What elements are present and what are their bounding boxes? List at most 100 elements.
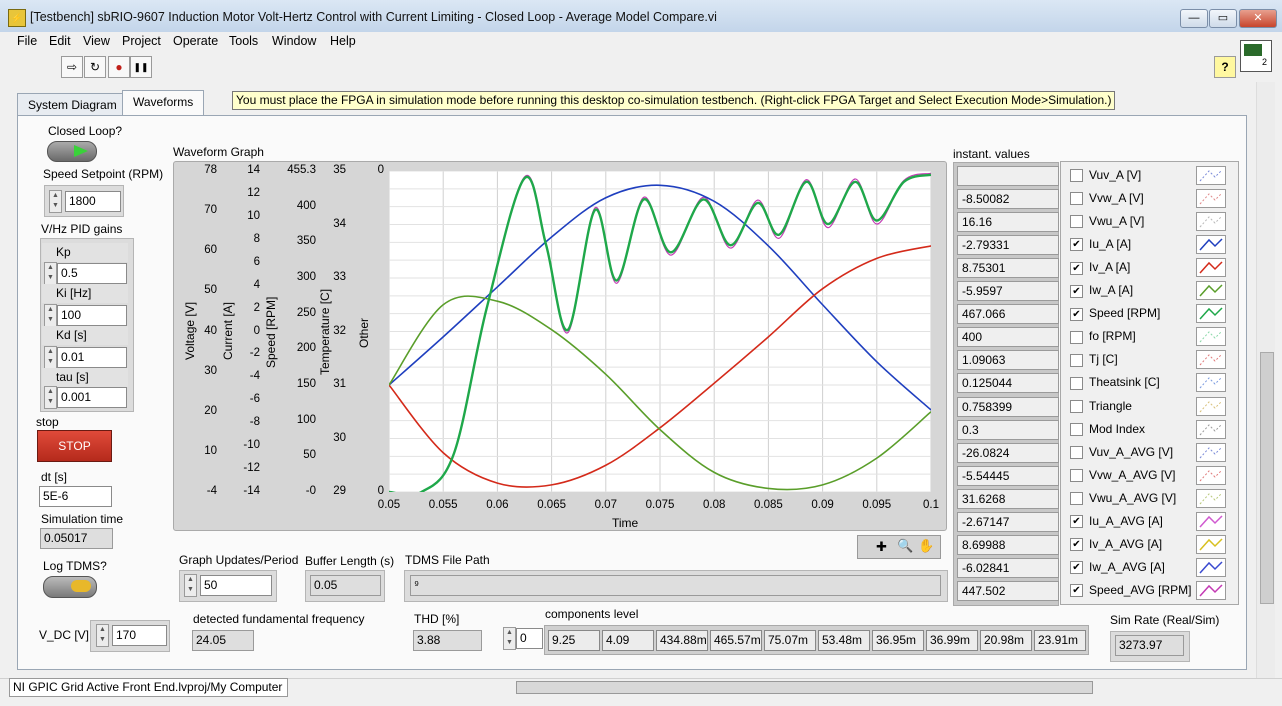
menu-view[interactable]: View [83,34,110,48]
kd-input[interactable]: 0.01 [57,347,127,368]
run-arrow-icon[interactable]: ⇨ [61,56,83,78]
legend-checkbox[interactable] [1070,492,1083,506]
legend-item[interactable]: Vvw_A [V] [1070,187,1144,209]
legend-item[interactable]: Theatsink [C] [1070,371,1160,393]
legend-checkbox[interactable]: ✔ [1070,284,1083,298]
legend-checkbox[interactable] [1070,330,1083,344]
project-path[interactable]: NI GPIC Grid Active Front End.lvproj/My … [9,678,288,697]
menu-tools[interactable]: Tools [229,34,258,48]
legend-checkbox[interactable]: ✔ [1070,238,1083,252]
legend-plot-swatch[interactable] [1196,189,1226,209]
legend-item[interactable]: Mod Index [1070,418,1145,440]
context-help-icon[interactable]: ? [1214,56,1236,78]
minimize-button[interactable]: — [1180,9,1208,28]
dt-input[interactable]: 5E-6 [39,486,112,507]
kp-input[interactable]: 0.5 [57,263,127,284]
components-index-input[interactable]: 0 [516,628,543,649]
legend-plot-swatch[interactable] [1196,373,1226,393]
legend-plot-swatch[interactable] [1196,465,1226,485]
menu-edit[interactable]: Edit [49,34,71,48]
vertical-scrollbar[interactable] [1256,82,1275,678]
log-tdms-toggle[interactable] [43,576,97,598]
abort-icon[interactable]: ● [108,56,130,78]
legend-plot-swatch[interactable] [1196,212,1226,232]
legend-item[interactable]: ✔ Iu_A [A] [1070,233,1131,255]
kp-spinner[interactable]: ▲ ▼ [44,262,57,285]
stop-button[interactable]: STOP [37,430,112,462]
components-index-spinner[interactable]: ▲ ▼ [503,627,516,650]
tab-waveforms[interactable]: Waveforms [122,90,205,117]
legend-plot-swatch[interactable] [1196,419,1226,439]
close-button[interactable]: ✕ [1239,9,1277,28]
tab-system-diagram[interactable]: System Diagram [17,93,128,116]
legend-plot-swatch[interactable] [1196,235,1226,255]
legend-plot-swatch[interactable] [1196,166,1226,185]
speed-setpoint-spinner[interactable]: ▲ ▼ [49,190,62,213]
legend-item[interactable]: Vwu_A_AVG [V] [1070,487,1176,509]
legend-item[interactable]: ✔ Iw_A [A] [1070,279,1133,301]
graph-updates-spinner[interactable]: ▲ ▼ [184,574,197,597]
legend-checkbox[interactable] [1070,169,1083,183]
vdc-input[interactable]: 170 [112,625,167,646]
horizontal-scrollbar[interactable] [516,681,1093,694]
legend-plot-swatch[interactable] [1196,350,1226,370]
legend-item[interactable]: fo [RPM] [1070,325,1136,347]
scrollbar-thumb[interactable] [517,682,1092,693]
legend-item[interactable]: ✔ Speed_AVG [RPM] [1070,579,1192,601]
kd-spinner[interactable]: ▲ ▼ [44,346,57,369]
ki-spinner[interactable]: ▲ ▼ [44,304,57,327]
legend-checkbox[interactable]: ✔ [1070,538,1083,552]
legend-checkbox[interactable]: ✔ [1070,584,1083,598]
zoom-icon[interactable]: 🔍 [897,538,913,554]
legend-item[interactable]: ✔ Speed [RPM] [1070,302,1160,324]
restore-button[interactable]: ▭ [1209,9,1237,28]
scrollbar-thumb[interactable] [1260,352,1274,604]
legend-checkbox[interactable] [1070,353,1083,367]
legend-checkbox[interactable] [1070,445,1083,459]
tau-input[interactable]: 0.001 [57,387,127,408]
legend-checkbox[interactable] [1070,468,1083,482]
legend-item[interactable]: ✔ Iw_A_AVG [A] [1070,556,1165,578]
graph-updates-input[interactable]: 50 [200,575,272,596]
legend-plot-swatch[interactable] [1196,281,1226,301]
legend-checkbox[interactable]: ✔ [1070,307,1083,321]
speed-setpoint-input[interactable]: 1800 [65,191,121,212]
legend-checkbox[interactable]: ✔ [1070,261,1083,275]
legend-plot-swatch[interactable] [1196,304,1226,324]
legend-item[interactable]: ✔ Iu_A_AVG [A] [1070,510,1163,532]
pause-icon[interactable]: ❚❚ [130,56,152,78]
connector-pane-icon[interactable]: 2 [1240,40,1272,72]
legend-item[interactable]: Vwu_A [V] [1070,210,1144,232]
legend-item[interactable]: Tj [C] [1070,348,1118,370]
run-continuously-icon[interactable]: ↻ [84,56,106,78]
legend-plot-swatch[interactable] [1196,442,1226,462]
menu-file[interactable]: File [17,34,37,48]
legend-item[interactable]: Vuv_A [V] [1070,164,1141,186]
legend-item[interactable]: Vuv_A_AVG [V] [1070,441,1173,463]
legend-plot-swatch[interactable] [1196,557,1226,577]
crosshair-icon[interactable]: ✚ [876,539,887,555]
menu-window[interactable]: Window [272,34,316,48]
legend-checkbox[interactable] [1070,192,1083,206]
ki-input[interactable]: 100 [57,305,127,326]
legend-checkbox[interactable]: ✔ [1070,561,1083,575]
legend-plot-swatch[interactable] [1196,580,1226,600]
legend-plot-swatch[interactable] [1196,534,1226,554]
menu-project[interactable]: Project [122,34,161,48]
legend-item[interactable]: Triangle [1070,395,1132,417]
menu-operate[interactable]: Operate [173,34,218,48]
legend-item[interactable]: Vvw_A_AVG [V] [1070,464,1175,486]
legend-checkbox[interactable] [1070,422,1083,436]
tdms-path-input[interactable]: ⁹ [410,575,941,596]
legend-plot-swatch[interactable] [1196,488,1226,508]
legend-plot-swatch[interactable] [1196,396,1226,416]
legend-checkbox[interactable] [1070,215,1083,229]
legend-checkbox[interactable] [1070,399,1083,413]
legend-plot-swatch[interactable] [1196,327,1226,347]
legend-item[interactable]: ✔ Iv_A [A] [1070,256,1130,278]
legend-plot-swatch[interactable] [1196,258,1226,278]
menu-help[interactable]: Help [330,34,356,48]
legend-plot-swatch[interactable] [1196,511,1226,531]
legend-checkbox[interactable]: ✔ [1070,515,1083,529]
pan-hand-icon[interactable]: ✋ [918,538,934,554]
